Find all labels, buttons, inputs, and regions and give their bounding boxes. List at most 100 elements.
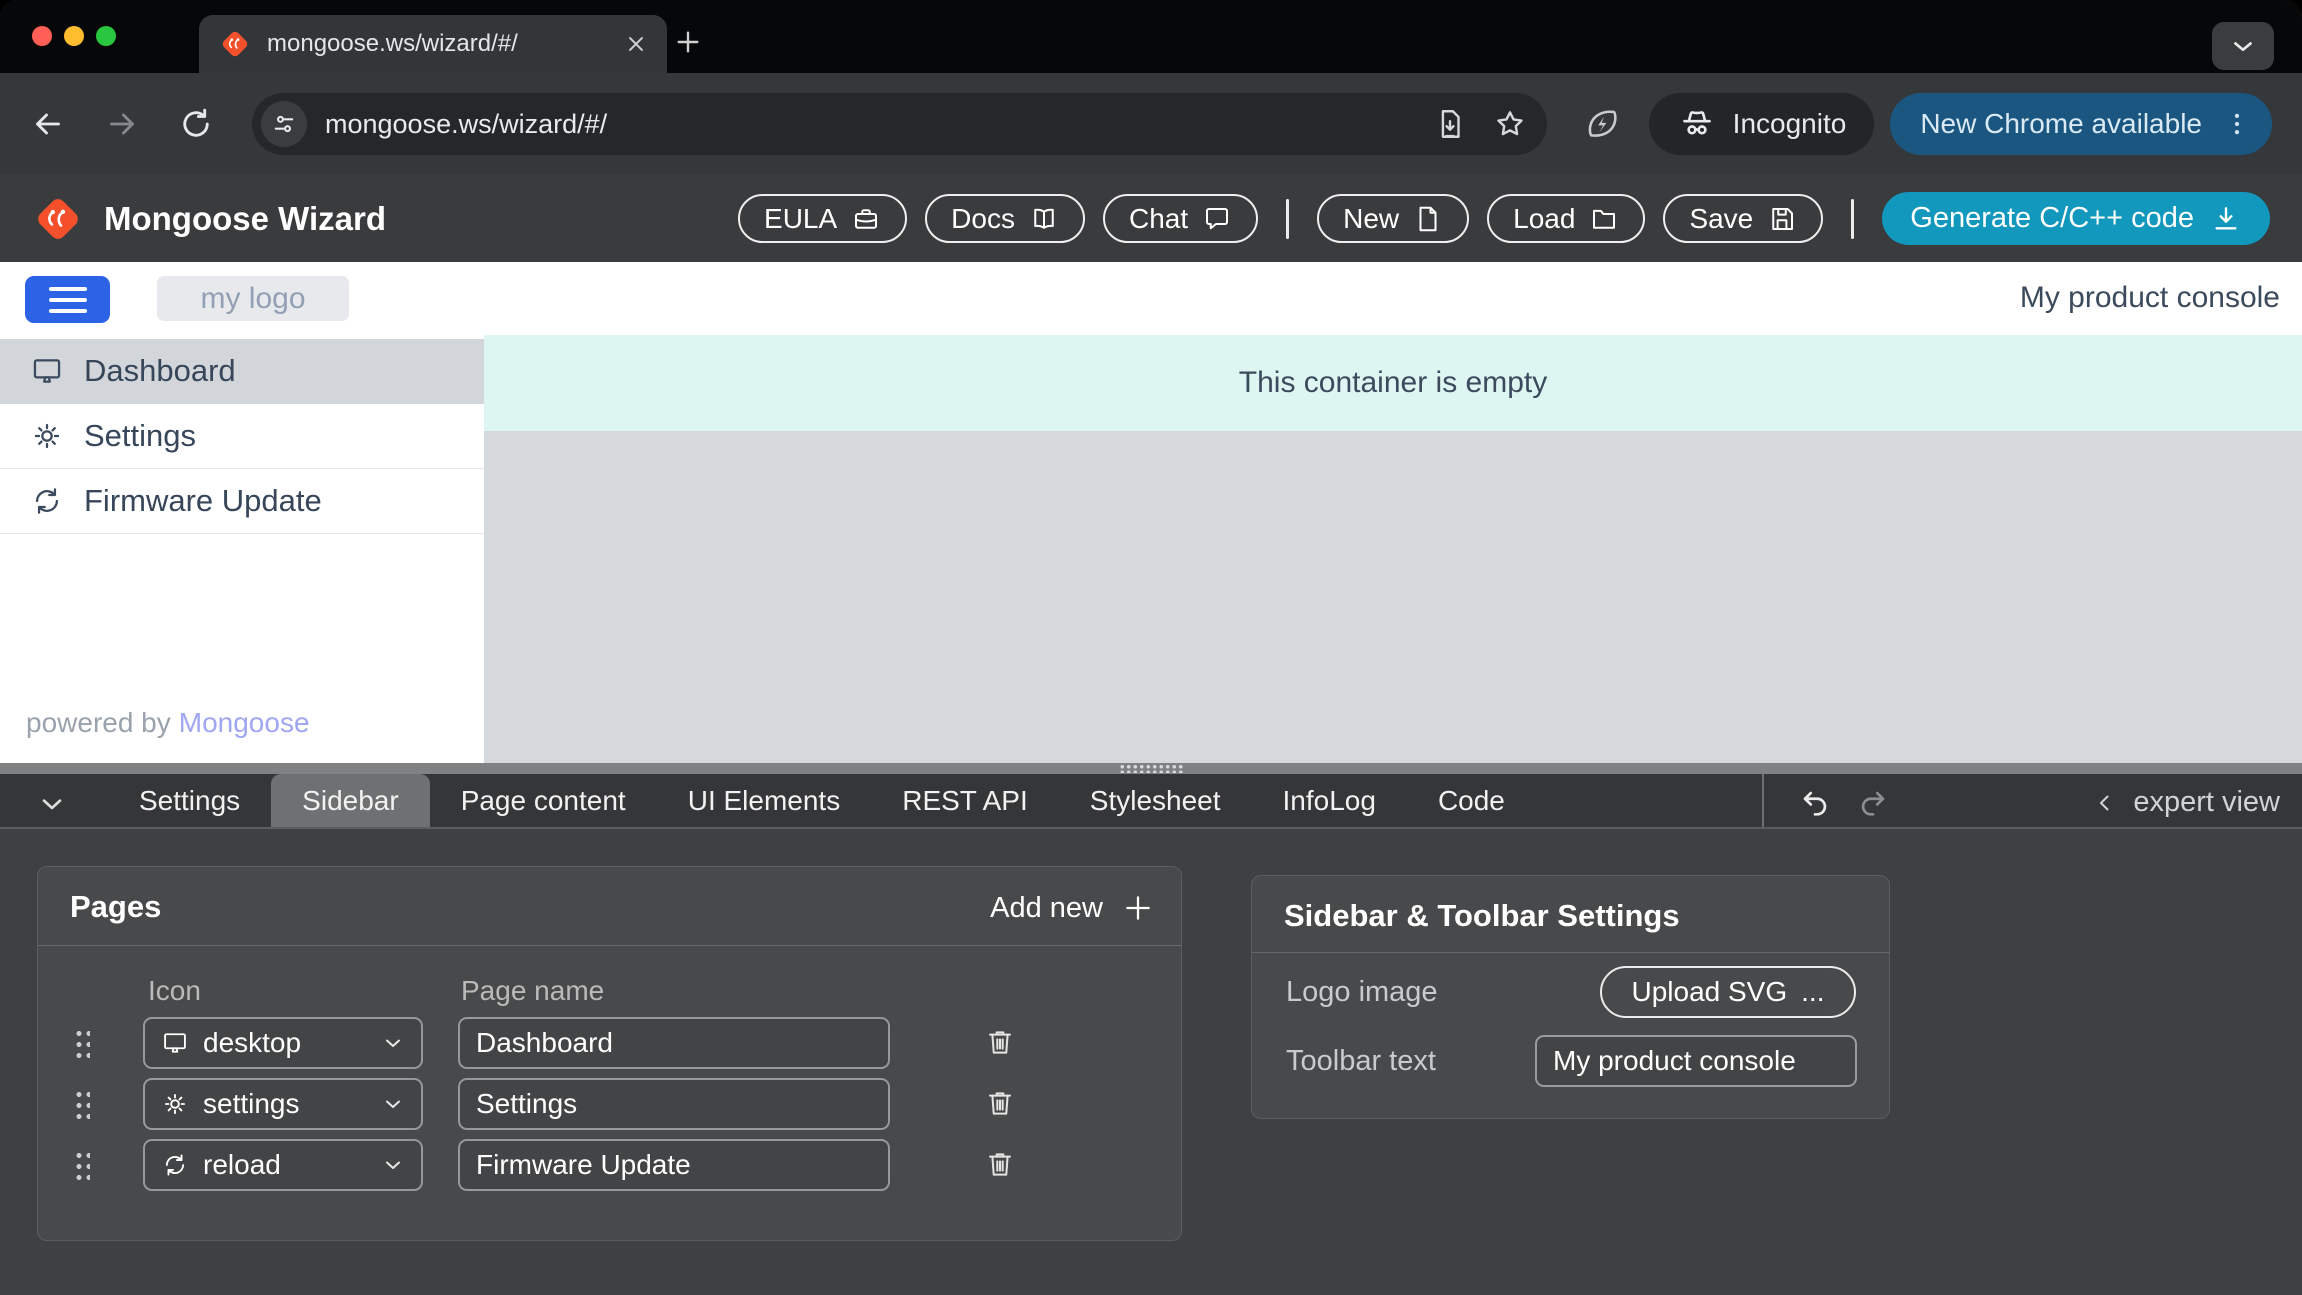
mongoose-link[interactable]: Mongoose — [179, 707, 310, 738]
redo-button[interactable] — [1856, 786, 1890, 820]
close-window-button[interactable] — [32, 26, 52, 46]
delete-page-button[interactable] — [984, 1026, 1016, 1061]
docs-button[interactable]: Docs — [925, 194, 1085, 243]
new-tab-button[interactable] — [672, 26, 704, 58]
collapse-panel-icon[interactable] — [36, 788, 68, 820]
icon-select-reload[interactable]: reload — [143, 1139, 423, 1191]
tabbar-divider — [1762, 774, 1764, 827]
sidebar-item-dashboard[interactable]: Dashboard — [0, 339, 484, 404]
icon-select-dashboard[interactable]: desktop — [143, 1017, 423, 1069]
card-divider — [1252, 952, 1889, 953]
icon-select-value: settings — [203, 1088, 300, 1120]
pages-card-title: Pages — [70, 889, 161, 925]
page-name-input[interactable] — [458, 1078, 890, 1130]
preview-toolbar-text: My product console — [2020, 281, 2280, 315]
eula-button[interactable]: EULA — [738, 194, 907, 243]
tab-infolog[interactable]: InfoLog — [1252, 774, 1407, 827]
plus-icon — [1121, 891, 1155, 925]
trash-icon — [984, 1026, 1016, 1058]
empty-container-message: This container is empty — [1239, 366, 1547, 400]
folder-icon — [1589, 204, 1619, 234]
sidebar-toolbar-settings-card: Sidebar & Toolbar Settings Logo image Up… — [1251, 875, 1890, 1119]
performance-leaf-icon[interactable] — [1583, 105, 1621, 143]
sidebar-item-label: Dashboard — [84, 353, 236, 389]
pages-card: Pages Add new Icon Page name desktop — [37, 866, 1182, 1241]
chat-button[interactable]: Chat — [1103, 194, 1258, 243]
hamburger-menu-button[interactable] — [25, 276, 110, 323]
eula-label: EULA — [764, 203, 837, 235]
upload-svg-button[interactable]: Upload SVG ... — [1600, 966, 1856, 1018]
panel-splitter[interactable] — [0, 763, 2302, 774]
undo-button[interactable] — [1798, 786, 1832, 820]
preview-sidebar: Dashboard Settings Firmware Update power… — [0, 335, 484, 763]
icon-select-value: desktop — [203, 1027, 301, 1059]
tab-rest-api[interactable]: REST API — [871, 774, 1059, 827]
browser-tab[interactable]: mongoose.ws/wizard/#/ — [199, 15, 667, 73]
drag-handle[interactable] — [74, 1089, 90, 1120]
icon-select-settings[interactable]: settings — [143, 1078, 423, 1130]
logo-placeholder[interactable]: my logo — [157, 276, 349, 321]
chrome-update-button[interactable]: New Chrome available — [1890, 93, 2272, 155]
zoom-window-button[interactable] — [96, 26, 116, 46]
drag-handle[interactable] — [74, 1028, 90, 1059]
toolbar-text-input[interactable] — [1535, 1035, 1857, 1087]
book-icon — [1029, 204, 1059, 234]
splitter-grip-icon[interactable] — [1119, 764, 1185, 773]
reload-button[interactable] — [178, 106, 214, 142]
tab-ui-elements[interactable]: UI Elements — [657, 774, 872, 827]
tab-settings[interactable]: Settings — [108, 774, 271, 827]
address-bar[interactable]: mongoose.ws/wizard/#/ — [252, 93, 1547, 155]
tab-stylesheet[interactable]: Stylesheet — [1059, 774, 1252, 827]
powered-by: powered by Mongoose — [26, 707, 310, 739]
minimize-window-button[interactable] — [64, 26, 84, 46]
browser-menu-icon[interactable] — [2222, 109, 2252, 139]
tab-title: mongoose.ws/wizard/#/ — [267, 30, 607, 58]
trash-icon — [984, 1087, 1016, 1119]
generate-code-label: Generate C/C++ code — [1910, 202, 2194, 235]
load-button[interactable]: Load — [1487, 194, 1645, 243]
new-button[interactable]: New — [1317, 194, 1469, 243]
bookmark-star-icon[interactable] — [1493, 107, 1527, 141]
page-name-input[interactable] — [458, 1139, 890, 1191]
chevron-down-icon — [381, 1031, 405, 1055]
browser-window: mongoose.ws/wizard/#/ mongoose.ws/wizard — [0, 0, 2302, 1295]
back-button[interactable] — [30, 106, 66, 142]
mongoose-logo — [32, 193, 84, 245]
toolbar-text-label: Toolbar text — [1286, 1045, 1436, 1078]
url-text[interactable]: mongoose.ws/wizard/#/ — [325, 109, 1433, 140]
forward-button[interactable] — [104, 106, 140, 142]
briefcase-icon — [851, 204, 881, 234]
expert-view-label: expert view — [2133, 786, 2280, 819]
gear-icon — [161, 1090, 189, 1118]
sidebar-item-firmware-update[interactable]: Firmware Update — [0, 469, 484, 534]
page-row-settings: settings — [38, 1078, 1181, 1130]
add-new-button[interactable]: Add new — [990, 891, 1155, 925]
generate-code-button[interactable]: Generate C/C++ code — [1882, 192, 2270, 245]
tab-code[interactable]: Code — [1407, 774, 1536, 827]
save-button[interactable]: Save — [1663, 194, 1823, 243]
panel-tabbar: Settings Sidebar Page content UI Element… — [0, 774, 2302, 829]
reload-icon — [30, 484, 64, 518]
powered-by-text: powered by — [26, 707, 171, 738]
tab-sidebar[interactable]: Sidebar — [271, 774, 430, 827]
delete-page-button[interactable] — [984, 1087, 1016, 1122]
empty-container[interactable]: This container is empty — [484, 335, 2302, 431]
app-title: Mongoose Wizard — [104, 200, 386, 238]
expert-view-toggle[interactable]: expert view — [2093, 786, 2280, 819]
tab-search-button[interactable] — [2212, 22, 2274, 70]
desktop-icon — [161, 1029, 189, 1057]
drag-handle[interactable] — [74, 1150, 90, 1181]
install-page-icon[interactable] — [1433, 107, 1467, 141]
upload-svg-label: Upload SVG — [1632, 976, 1788, 1008]
panel-content: Pages Add new Icon Page name desktop — [0, 831, 2302, 1295]
page-name-input[interactable] — [458, 1017, 890, 1069]
delete-page-button[interactable] — [984, 1148, 1016, 1183]
page-row-dashboard: desktop — [38, 1017, 1181, 1069]
sidebar-item-settings[interactable]: Settings — [0, 404, 484, 469]
tab-page-content[interactable]: Page content — [430, 774, 657, 827]
site-settings-icon[interactable] — [261, 101, 307, 147]
chevron-down-icon — [381, 1092, 405, 1116]
header-divider — [1851, 199, 1854, 239]
close-tab-icon[interactable] — [623, 31, 649, 57]
preview-content: This container is empty — [484, 335, 2302, 763]
